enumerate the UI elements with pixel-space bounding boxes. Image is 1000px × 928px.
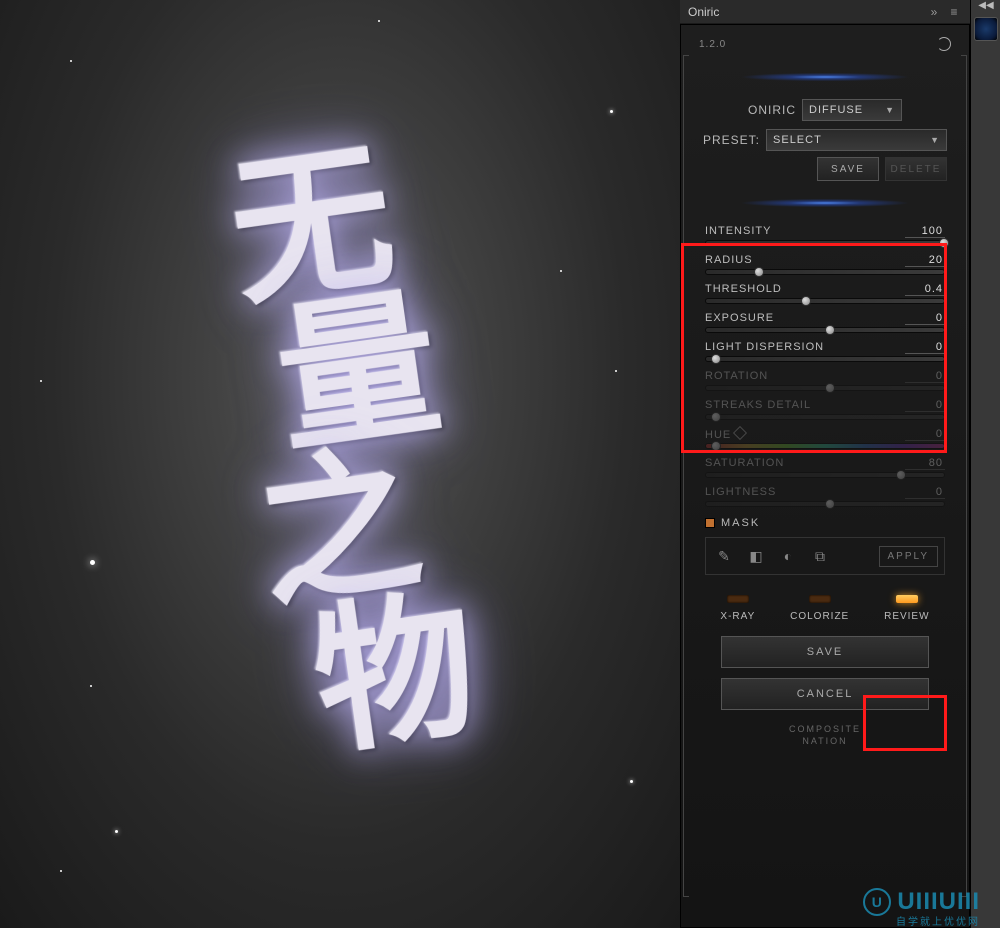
slider-track[interactable]	[705, 269, 945, 275]
slider-label: LIGHT DISPERSION	[705, 341, 824, 354]
slider-value[interactable]: 0	[905, 486, 945, 499]
slider-track[interactable]	[705, 385, 945, 391]
watermark: U UIIIUIII 自学就上优优网	[863, 888, 980, 916]
lens-flare-divider	[691, 191, 959, 215]
mask-label: MASK	[721, 517, 760, 529]
toggle-x-ray[interactable]: X-RAY	[720, 595, 755, 622]
slider-thumb[interactable]	[711, 354, 721, 364]
eraser-icon[interactable]: ◧	[744, 544, 768, 568]
slider-label: ROTATION	[705, 370, 768, 383]
slider-thumb[interactable]	[801, 296, 811, 306]
led-icon	[727, 595, 749, 603]
slider-label: STREAKS DETAIL	[705, 399, 811, 412]
lens-flare-divider	[691, 65, 959, 89]
panel-footer: COMPOSITE NATION	[691, 724, 959, 747]
slider-value[interactable]: 0	[905, 428, 945, 441]
frame-right	[961, 55, 967, 897]
preset-delete-button[interactable]: DELETE	[885, 157, 947, 181]
copy-icon[interactable]: ⧉	[808, 544, 832, 568]
toggle-colorize[interactable]: COLORIZE	[790, 595, 849, 622]
slider-radius[interactable]: RADIUS 20	[705, 254, 945, 275]
slider-track[interactable]	[705, 414, 945, 420]
slider-thumb[interactable]	[896, 470, 906, 480]
slider-thumb[interactable]	[825, 383, 835, 393]
collapse-icon[interactable]: »	[926, 5, 942, 19]
led-icon	[809, 595, 831, 603]
slider-track[interactable]	[705, 298, 945, 304]
toggle-label: COLORIZE	[790, 611, 849, 622]
expand-icon[interactable]: ◀◀	[971, 0, 1000, 14]
toggle-label: REVIEW	[884, 611, 929, 622]
chevron-down-icon: ▼	[930, 135, 940, 145]
slider-label: RADIUS	[705, 254, 753, 267]
mode-select[interactable]: DIFFUSE▼	[802, 99, 902, 121]
oniric-panel: Oniric » ≡ 1.2.0 ONIRIC DIFFUSE▼ PRESET:…	[680, 0, 970, 928]
slider-track[interactable]	[705, 472, 945, 478]
slider-value[interactable]: 0	[905, 312, 945, 325]
slider-thumb[interactable]	[825, 325, 835, 335]
preset-select[interactable]: SELECT▼	[766, 129, 947, 151]
slider-value[interactable]: 0.4	[905, 283, 945, 296]
mask-toolbar: ✎ ◧ ◐ ⧉ APPLY	[705, 537, 945, 575]
slider-thumb[interactable]	[825, 499, 835, 509]
slider-hue[interactable]: HUE 0	[705, 428, 945, 449]
slider-track[interactable]	[705, 443, 945, 449]
slider-exposure[interactable]: EXPOSURE 0	[705, 312, 945, 333]
plugin-icon[interactable]	[974, 17, 998, 41]
slider-value[interactable]: 20	[905, 254, 945, 267]
slider-value[interactable]: 0	[905, 341, 945, 354]
save-button[interactable]: SAVE	[721, 636, 929, 668]
slider-light-dispersion[interactable]: LIGHT DISPERSION 0	[705, 341, 945, 362]
mask-swatch-icon	[705, 518, 715, 528]
slider-track[interactable]	[705, 240, 945, 246]
slider-label: THRESHOLD	[705, 283, 782, 296]
slider-saturation[interactable]: SATURATION 80	[705, 457, 945, 478]
slider-label: INTENSITY	[705, 225, 771, 238]
watermark-logo-icon: U	[863, 888, 891, 916]
slider-intensity[interactable]: INTENSITY 100	[705, 225, 945, 246]
slider-thumb[interactable]	[939, 238, 949, 248]
slider-track[interactable]	[705, 501, 945, 507]
refresh-icon[interactable]	[937, 37, 951, 51]
preset-label: PRESET:	[703, 133, 760, 147]
cancel-button[interactable]: CANCEL	[721, 678, 929, 710]
slider-threshold[interactable]: THRESHOLD 0.4	[705, 283, 945, 304]
canvas-viewport[interactable]: 无 量 之 物	[0, 0, 680, 928]
slider-label: SATURATION	[705, 457, 784, 470]
slider-lightness[interactable]: LIGHTNESS 0	[705, 486, 945, 507]
slider-track[interactable]	[705, 327, 945, 333]
slider-value[interactable]: 0	[905, 370, 945, 383]
eyedropper-icon[interactable]	[733, 426, 747, 440]
brush-icon[interactable]: ✎	[712, 544, 736, 568]
slider-rotation[interactable]: ROTATION 0	[705, 370, 945, 391]
slider-streaks-detail[interactable]: STREAKS DETAIL 0	[705, 399, 945, 420]
slider-thumb[interactable]	[711, 412, 721, 422]
frame-left	[683, 55, 689, 897]
toggle-review[interactable]: REVIEW	[884, 595, 929, 622]
mask-apply-button[interactable]: APPLY	[879, 546, 939, 567]
slider-label: HUE	[705, 428, 745, 441]
toggle-label: X-RAY	[720, 611, 755, 622]
preset-save-button[interactable]: SAVE	[817, 157, 879, 181]
slider-thumb[interactable]	[711, 441, 721, 451]
slider-value[interactable]: 0	[905, 399, 945, 412]
panel-header: Oniric » ≡	[680, 0, 970, 24]
slider-value[interactable]: 100	[905, 225, 945, 238]
version-label: 1.2.0	[699, 39, 726, 50]
slider-track[interactable]	[705, 356, 945, 362]
menu-icon[interactable]: ≡	[946, 5, 962, 19]
right-icon-bar: ◀◀	[970, 0, 1000, 928]
led-icon	[896, 595, 918, 603]
contrast-icon[interactable]: ◐	[776, 544, 800, 568]
panel-title: Oniric	[688, 5, 922, 19]
slider-label: EXPOSURE	[705, 312, 774, 325]
slider-label: LIGHTNESS	[705, 486, 776, 499]
mode-label: ONIRIC	[748, 103, 796, 117]
slider-thumb[interactable]	[754, 267, 764, 277]
chevron-down-icon: ▼	[885, 105, 895, 115]
slider-value[interactable]: 80	[905, 457, 945, 470]
